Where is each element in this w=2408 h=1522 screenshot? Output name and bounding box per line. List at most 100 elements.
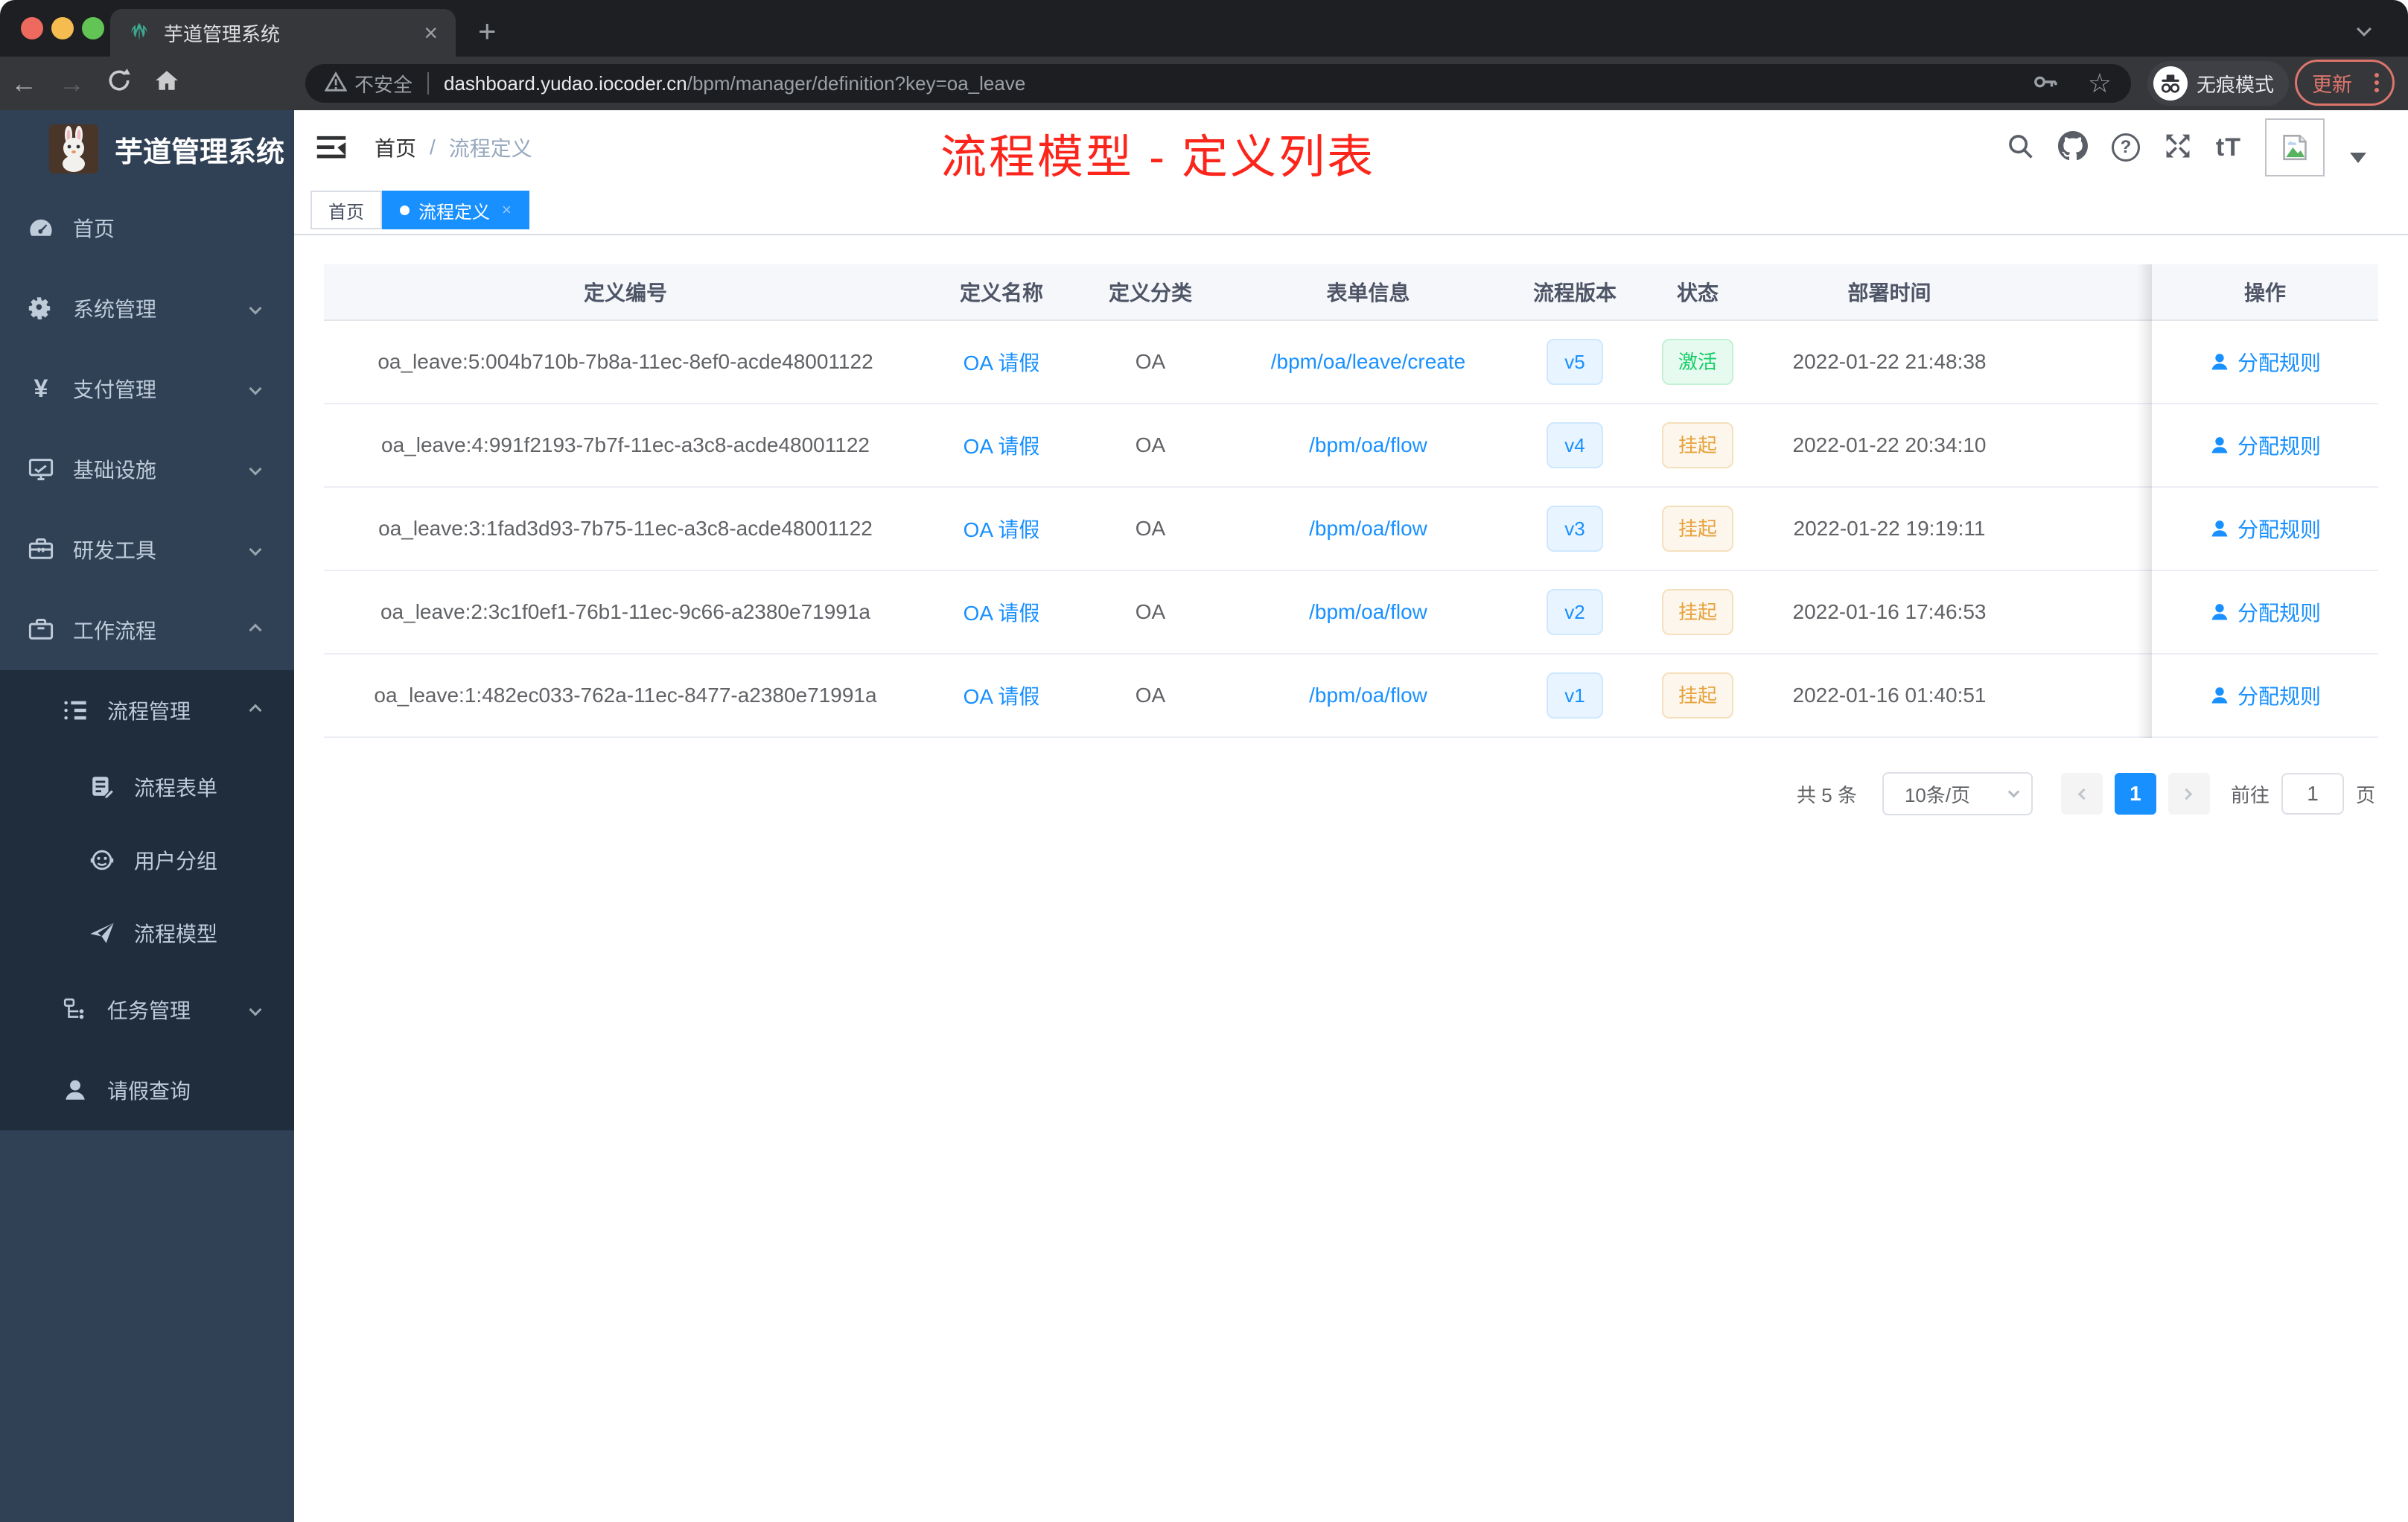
assign-rule-button[interactable]: 分配规则 [2209, 347, 2321, 377]
close-window-button[interactable] [21, 17, 43, 39]
pagination: 共 5 条 10条/页 1 前往 1 页 [1797, 765, 2375, 822]
sidebar-collapse-icon[interactable] [315, 131, 348, 168]
cell-category: OA [1135, 350, 1166, 373]
not-secure-label[interactable]: 不安全 [354, 70, 413, 98]
help-icon[interactable]: ? [2111, 133, 2140, 162]
assign-rule-button[interactable]: 分配规则 [2209, 597, 2321, 627]
tag-home[interactable]: 首页 [310, 191, 382, 229]
reload-button[interactable] [95, 68, 143, 100]
assign-rule-button[interactable]: 分配规则 [2209, 681, 2321, 710]
table-row: oa_leave:3:1fad3d93-7b75-11ec-a3c8-acde4… [324, 488, 2378, 571]
version-badge: v2 [1547, 589, 1603, 635]
sidebar-item-infrastructure[interactable]: 基础设施 [0, 429, 294, 509]
definition-name-link[interactable]: OA 请假 [963, 597, 1040, 627]
pagination-total: 共 5 条 [1797, 783, 1857, 806]
cell-category: OA [1135, 684, 1166, 707]
top-navbar: 首页 / 流程定义 流程模型 - 定义列表 ? tT [294, 110, 2408, 185]
sidebar: 芋道管理系统 首页 系统管理 ¥ 支付管理 基础设施 研发工具 工作流程 流程管… [0, 110, 294, 1522]
sidebar-item-user-group[interactable]: 用户分组 [0, 824, 294, 897]
incognito-icon [2153, 66, 2188, 101]
tab-strip: 芋道管理系统 × + [0, 0, 2408, 57]
form-link[interactable]: /bpm/oa/flow [1309, 684, 1427, 707]
paper-plane-icon [88, 920, 116, 946]
fullscreen-icon[interactable] [2164, 132, 2192, 164]
dashboard-icon [27, 214, 55, 241]
form-link[interactable]: /bpm/oa/leave/create [1271, 350, 1466, 374]
zoom-window-button[interactable] [82, 17, 104, 39]
definition-table: 定义编号 定义名称 定义分类 表单信息 流程版本 状态 部署时间 操作 oa_l… [324, 264, 2378, 738]
table-row: oa_leave:1:482ec033-762a-11ec-8477-a2380… [324, 655, 2378, 738]
cell-definition-id: oa_leave:4:991f2193-7b7f-11ec-a3c8-acde4… [381, 433, 870, 456]
col-header-form: 表单信息 [1326, 281, 1410, 305]
definition-name-link[interactable]: OA 请假 [963, 347, 1040, 377]
toolbox-icon [27, 536, 55, 563]
github-icon[interactable] [2057, 130, 2088, 165]
col-header-version: 流程版本 [1532, 281, 1617, 305]
url-path[interactable]: /bpm/manager/definition?key=oa_leave [687, 72, 1026, 95]
list-tree-icon [61, 697, 89, 724]
robot-face-icon [88, 847, 116, 873]
browser-menu-icon[interactable] [2374, 70, 2379, 95]
prev-page-button[interactable] [2060, 773, 2103, 815]
form-link[interactable]: /bpm/oa/flow [1309, 433, 1427, 457]
browser-update-button[interactable]: 更新 [2295, 60, 2395, 106]
table-row: oa_leave:2:3c1f0ef1-76b1-11ec-9c66-a2380… [324, 571, 2378, 655]
definition-name-link[interactable]: OA 请假 [963, 514, 1040, 544]
sidebar-item-process-form[interactable]: 流程表单 [0, 751, 294, 824]
definition-name-link[interactable]: OA 请假 [963, 430, 1040, 460]
form-link[interactable]: /bpm/oa/flow [1309, 517, 1427, 541]
user-icon [2211, 604, 2228, 620]
definition-name-link[interactable]: OA 请假 [963, 681, 1040, 710]
minimize-window-button[interactable] [51, 17, 74, 39]
font-size-icon[interactable]: tT [2216, 133, 2241, 162]
password-key-icon[interactable] [2033, 69, 2058, 98]
assign-rule-button[interactable]: 分配规则 [2209, 430, 2321, 460]
tab-close-icon[interactable]: × [424, 19, 438, 47]
tab-search-chevron-icon[interactable] [2357, 22, 2372, 38]
home-button[interactable] [143, 68, 191, 100]
sidebar-item-payment[interactable]: ¥ 支付管理 [0, 348, 294, 429]
breadcrumb: 首页 / 流程定义 [375, 110, 532, 185]
user-menu-caret-icon[interactable] [2350, 153, 2366, 163]
user-icon [2211, 687, 2228, 704]
sidebar-item-leave-query[interactable]: 请假查询 [0, 1050, 294, 1130]
form-link[interactable]: /bpm/oa/flow [1309, 600, 1427, 624]
address-bar[interactable]: 不安全 dashboard.yudao.iocoder.cn/bpm/manag… [305, 64, 2131, 103]
form-edit-icon [88, 774, 116, 800]
breadcrumb-home[interactable]: 首页 [375, 133, 416, 162]
user-icon [2211, 354, 2228, 370]
user-avatar-broken-image[interactable] [2265, 118, 2325, 176]
sidebar-item-devtools[interactable]: 研发工具 [0, 509, 294, 590]
sidebar-item-home[interactable]: 首页 [0, 188, 294, 268]
tag-process-definition[interactable]: 流程定义 × [382, 191, 529, 229]
col-header-status: 状态 [1676, 281, 1719, 305]
version-badge: v3 [1547, 506, 1603, 552]
browser-tab[interactable]: 芋道管理系统 × [110, 9, 456, 57]
version-badge: v5 [1547, 339, 1603, 385]
next-page-button[interactable] [2167, 773, 2210, 815]
sidebar-item-process-management[interactable]: 流程管理 [0, 670, 294, 751]
cell-deploy-time: 2022-01-16 01:40:51 [1792, 684, 1987, 707]
back-button[interactable]: ← [0, 68, 48, 99]
new-tab-button[interactable]: + [478, 13, 497, 49]
current-page-button[interactable]: 1 [2114, 773, 2156, 815]
sidebar-item-process-model[interactable]: 流程模型 [0, 897, 294, 969]
app-logo: 芋道管理系统 [0, 110, 294, 188]
search-icon[interactable] [2006, 132, 2034, 164]
sidebar-item-workflow[interactable]: 工作流程 [0, 590, 294, 670]
yen-icon: ¥ [34, 374, 48, 403]
cell-deploy-time: 2022-01-22 19:19:11 [1793, 517, 1986, 540]
url-domain[interactable]: dashboard.yudao.iocoder.cn [444, 72, 687, 95]
col-header-action: 操作 [2243, 281, 2286, 305]
goto-page-input[interactable]: 1 [2281, 773, 2344, 815]
sidebar-item-task-management[interactable]: 任务管理 [0, 969, 294, 1050]
sidebar-item-system[interactable]: 系统管理 [0, 268, 294, 348]
version-badge: v1 [1547, 672, 1603, 719]
assign-rule-button[interactable]: 分配规则 [2209, 514, 2321, 544]
bookmark-star-icon[interactable]: ☆ [2088, 68, 2112, 99]
tag-close-icon[interactable]: × [502, 200, 512, 220]
col-header-category: 定义分类 [1108, 281, 1192, 305]
table-row: oa_leave:4:991f2193-7b7f-11ec-a3c8-acde4… [324, 404, 2378, 488]
cell-definition-id: oa_leave:1:482ec033-762a-11ec-8477-a2380… [374, 684, 877, 707]
page-size-select[interactable]: 10条/页 [1882, 772, 2033, 815]
